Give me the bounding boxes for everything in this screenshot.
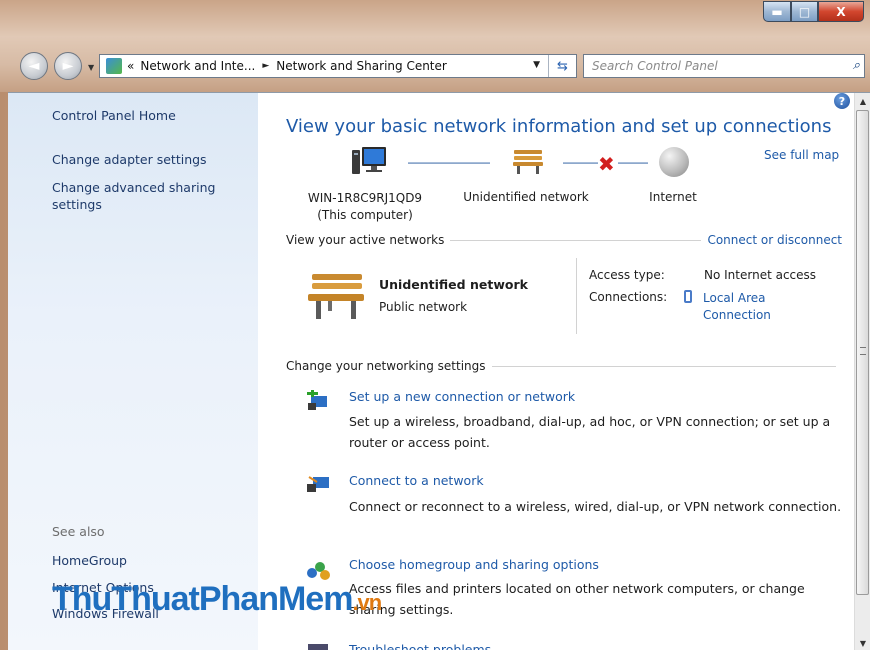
internet-label: Internet — [649, 190, 697, 204]
bench-network-icon-large[interactable] — [306, 268, 366, 323]
change-settings-heading: Change your networking settings — [286, 359, 486, 373]
breadcrumb-network-internet[interactable]: Network and Inte... — [140, 59, 255, 73]
refresh-icon: ⇆ — [557, 58, 568, 74]
bench-network-icon — [513, 150, 543, 174]
setup-new-connection-link[interactable]: Set up a new connection or network — [349, 389, 575, 404]
sidebar: Control Panel Home Change adapter settin… — [8, 93, 258, 650]
breadcrumb-separator[interactable]: ► — [262, 61, 269, 71]
sidebar-link-homegroup[interactable]: HomeGroup — [52, 552, 127, 569]
close-button[interactable]: X — [818, 1, 864, 22]
local-area-connection-link[interactable]: Local Area Connection — [703, 290, 813, 324]
see-full-map-link[interactable]: See full map — [764, 148, 839, 162]
network-label: Unidentified network — [463, 190, 589, 204]
search-placeholder: Search Control Panel — [592, 59, 718, 73]
connect-network-icon — [307, 476, 329, 492]
no-connection-icon: ✖ — [598, 152, 615, 176]
computer-label: WIN-1R8C9RJ1QD9 (This computer) — [300, 190, 430, 224]
active-networks-section: View your active networks Connect or dis… — [286, 233, 842, 247]
ethernet-icon — [684, 290, 692, 303]
connect-to-network-link[interactable]: Connect to a network — [349, 473, 484, 488]
back-button[interactable]: ◄ — [20, 52, 48, 80]
divider — [450, 239, 702, 241]
connect-or-disconnect-link[interactable]: Connect or disconnect — [707, 233, 842, 247]
page-title: View your basic network information and … — [286, 116, 832, 137]
connection-line — [563, 162, 598, 164]
content-area: Control Panel Home Change adapter settin… — [8, 92, 870, 650]
internet-globe-icon — [659, 147, 689, 177]
watermark: ThuThuatPhanMem.vn — [52, 580, 382, 619]
scroll-up-icon[interactable]: ▲ — [855, 93, 870, 109]
help-icon[interactable]: ? — [834, 93, 850, 109]
main-panel: ? View your basic network information an… — [258, 93, 854, 650]
sidebar-link-change-adapter-settings[interactable]: Change adapter settings — [52, 151, 207, 168]
breadcrumb-overflow[interactable]: « — [127, 59, 134, 73]
divider — [576, 258, 577, 334]
connection-line — [618, 162, 648, 164]
divider — [491, 365, 836, 367]
setup-new-connection-desc: Set up a wireless, broadband, dial-up, a… — [349, 414, 831, 450]
homegroup-icon — [307, 562, 330, 580]
see-also-heading: See also — [52, 524, 105, 539]
homegroup-sharing-link[interactable]: Choose homegroup and sharing options — [349, 557, 599, 572]
computer-sub: (This computer) — [317, 208, 413, 222]
address-dropdown-icon[interactable]: ▼ — [533, 60, 540, 70]
vertical-scrollbar[interactable]: ▲ ▼ — [854, 93, 870, 650]
arrow-left-icon: ◄ — [28, 58, 40, 74]
troubleshoot-icon — [308, 644, 328, 650]
troubleshoot-link[interactable]: Troubleshoot problems — [349, 642, 491, 650]
breadcrumb-network-sharing-center[interactable]: Network and Sharing Center — [276, 59, 447, 73]
active-network-type[interactable]: Public network — [379, 300, 467, 314]
connect-to-network-desc: Connect or reconnect to a wireless, wire… — [349, 499, 842, 514]
active-network-name[interactable]: Unidentified network — [379, 277, 528, 292]
minimize-button[interactable]: ▬ — [763, 1, 791, 22]
scroll-thumb[interactable] — [856, 110, 869, 595]
sidebar-link-control-panel-home[interactable]: Control Panel Home — [52, 107, 176, 124]
arrow-right-icon: ► — [62, 58, 74, 74]
change-settings-section: Change your networking settings — [286, 359, 842, 373]
homegroup-sharing-desc: Access files and printers located on oth… — [349, 581, 805, 617]
forward-button[interactable]: ► — [54, 52, 82, 80]
window-controls: ▬ □ X — [763, 1, 864, 22]
recent-pages-dropdown[interactable]: ▼ — [88, 63, 94, 72]
scroll-grip-icon — [860, 347, 866, 355]
computer-name: WIN-1R8C9RJ1QD9 — [307, 191, 423, 205]
maximize-button[interactable]: □ — [791, 1, 818, 22]
scroll-down-icon[interactable]: ▼ — [855, 635, 870, 650]
new-connection-icon — [307, 390, 327, 410]
connections-label: Connections: — [589, 290, 668, 304]
connection-line — [408, 162, 490, 164]
computer-icon — [352, 147, 386, 174]
refresh-button[interactable]: ⇆ — [548, 55, 576, 77]
active-networks-heading: View your active networks — [286, 233, 445, 247]
sidebar-link-change-advanced-sharing[interactable]: Change advanced sharing settings — [52, 179, 242, 213]
search-icon[interactable]: ⌕ — [853, 58, 860, 73]
watermark-main: ThuThuatPhanMem — [52, 580, 353, 618]
control-panel-icon — [106, 58, 122, 74]
access-type-label: Access type: — [589, 268, 665, 282]
access-type-value: No Internet access — [704, 268, 817, 282]
watermark-suffix: .vn — [352, 590, 382, 615]
window-titlebar: ▬ □ X ◄ ► ▼ « Network and Inte... ► Netw… — [0, 0, 870, 92]
search-input[interactable]: Search Control Panel ⌕ — [583, 54, 865, 78]
address-bar[interactable]: « Network and Inte... ► Network and Shar… — [99, 54, 577, 78]
